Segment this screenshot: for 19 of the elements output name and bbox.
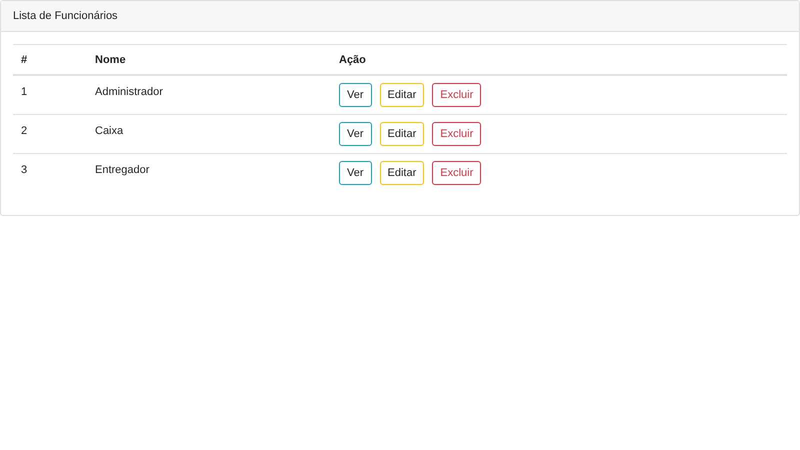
table-cell: 1	[21, 86, 28, 98]
table-cell: Caixa	[95, 124, 124, 136]
edit-button[interactable]: Editar	[380, 83, 424, 107]
view-button[interactable]: Ver	[339, 122, 372, 146]
table-cell: Administrador	[95, 86, 163, 98]
table-cell: 3	[21, 164, 28, 176]
table-cell: 2	[21, 124, 28, 136]
edit-button[interactable]: Editar	[380, 160, 424, 184]
column-header: Nome	[87, 44, 331, 75]
delete-button[interactable]: Excluir	[432, 160, 482, 184]
column-header: #	[13, 44, 87, 75]
delete-button[interactable]: Excluir	[432, 83, 482, 107]
column-header: Ação	[331, 44, 787, 75]
card-title: Lista de Funcionários	[13, 10, 118, 22]
delete-button[interactable]: Excluir	[432, 122, 482, 146]
view-button[interactable]: Ver	[339, 160, 372, 184]
edit-button[interactable]: Editar	[380, 122, 424, 146]
table-cell: Entregador	[95, 164, 150, 176]
view-button[interactable]: Ver	[339, 83, 372, 107]
